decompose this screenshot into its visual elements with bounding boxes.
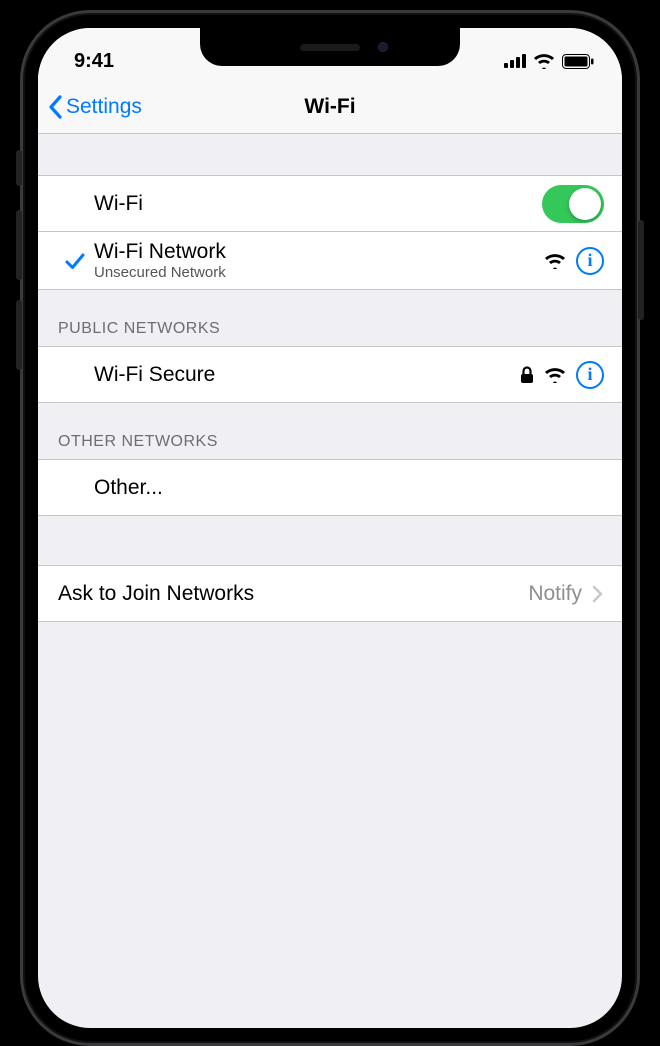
wifi-signal-icon [544, 367, 566, 383]
phone-frame: 9:41 Settings Wi-Fi [20, 10, 640, 1046]
back-button[interactable]: Settings [48, 95, 142, 119]
wifi-toggle-row[interactable]: Wi-Fi [38, 176, 622, 232]
other-label: Other... [94, 476, 604, 500]
public-network-name: Wi-Fi Secure [94, 363, 520, 387]
ask-to-join-value: Notify [528, 582, 582, 606]
info-icon[interactable]: i [576, 247, 604, 275]
chevron-left-icon [48, 95, 64, 119]
current-network-name: Wi-Fi Network [94, 240, 544, 264]
public-network-row[interactable]: Wi-Fi Secure i [38, 347, 622, 403]
wifi-toggle-label: Wi-Fi [94, 192, 542, 216]
side-button [638, 220, 644, 320]
wifi-toggle[interactable] [542, 185, 604, 223]
other-networks-header: OTHER NETWORKS [38, 403, 622, 460]
wifi-icon [533, 53, 555, 69]
speaker [300, 44, 360, 51]
checkmark-icon [64, 250, 86, 272]
cellular-icon [504, 54, 526, 68]
section-gap [38, 134, 622, 176]
lock-icon [520, 366, 534, 384]
wifi-signal-icon [544, 253, 566, 269]
volume-down-button [16, 300, 22, 370]
ask-to-join-row[interactable]: Ask to Join Networks Notify [38, 566, 622, 622]
page-title: Wi-Fi [304, 95, 355, 119]
screen: 9:41 Settings Wi-Fi [38, 28, 622, 1028]
public-networks-header: PUBLIC NETWORKS [38, 290, 622, 347]
info-icon[interactable]: i [576, 361, 604, 389]
notch [200, 28, 460, 66]
battery-icon [562, 54, 594, 69]
volume-up-button [16, 210, 22, 280]
other-network-row[interactable]: Other... [38, 460, 622, 516]
status-icons [504, 53, 594, 69]
status-time: 9:41 [74, 50, 114, 73]
mute-switch [16, 150, 22, 186]
current-network-row[interactable]: Wi-Fi Network Unsecured Network i [38, 232, 622, 290]
front-camera [378, 42, 388, 52]
toggle-knob [569, 188, 601, 220]
section-gap [38, 516, 622, 566]
ask-to-join-label: Ask to Join Networks [58, 582, 528, 606]
nav-bar: Settings Wi-Fi [38, 80, 622, 134]
back-label: Settings [66, 95, 142, 119]
current-network-detail: Unsecured Network [94, 264, 544, 281]
chevron-right-icon [592, 585, 604, 603]
